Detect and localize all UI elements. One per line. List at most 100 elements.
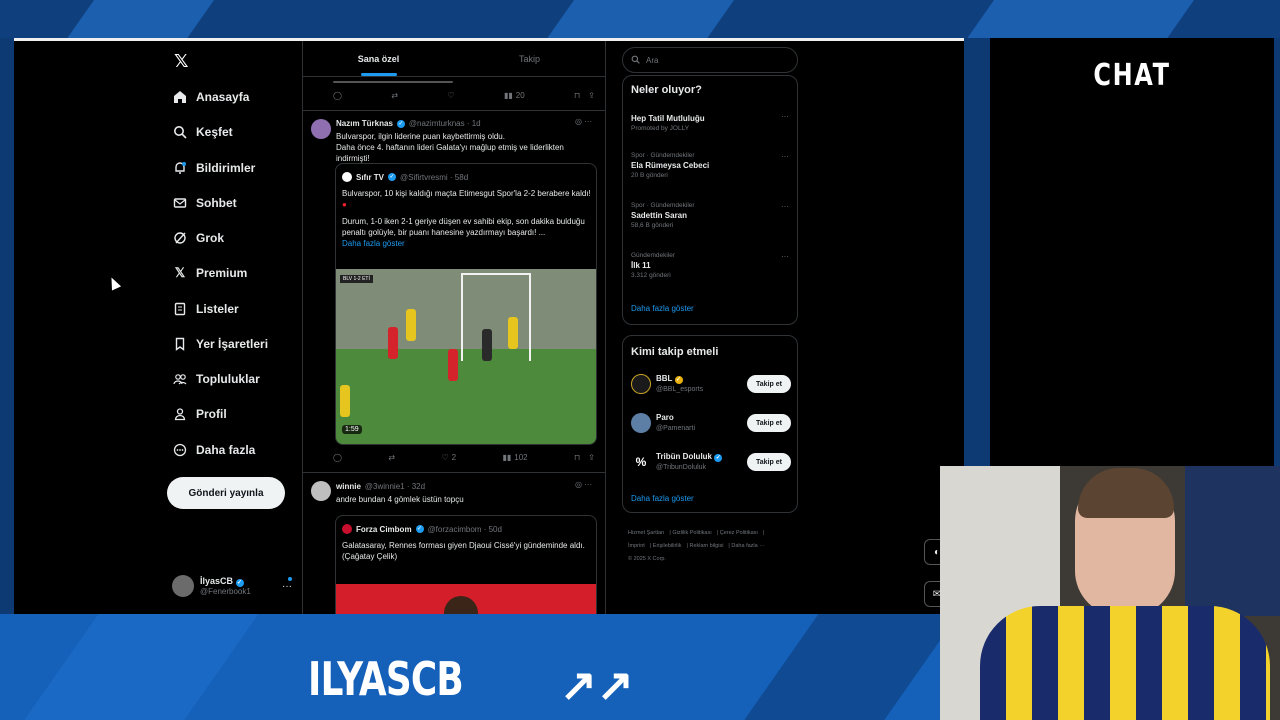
nav-label: Yer İşaretleri [196, 337, 269, 351]
trend-item[interactable]: Hep Tatil Mutluluğu Promoted by JOLLY ··… [631, 112, 791, 132]
quote-header: Sıfır TV ✓ @Sifirtvresmi · 58d [342, 172, 468, 182]
follow-button[interactable]: Takip et [747, 453, 791, 471]
sidebar-nav: 𝕏 Anasayfa Keşfet Bildirimler Sohbet Gro… [164, 41, 314, 614]
nav-label: Grok [196, 231, 225, 245]
footer-link[interactable]: İmprint [628, 543, 645, 549]
retweet-icon[interactable]: ⇄ [391, 91, 398, 100]
nav-profile[interactable]: Profil [172, 404, 227, 424]
more-circle-icon [172, 442, 188, 458]
trend-item[interactable]: Spor · Gündemdekiler Ela Rümeysa Cebeci … [631, 152, 791, 179]
people-icon [172, 371, 188, 387]
nav-label: Premium [196, 266, 248, 280]
reply-icon[interactable]: ◯ [333, 91, 342, 100]
views-count: 102 [514, 453, 528, 462]
show-more-link[interactable]: Daha fazla göster [631, 304, 694, 313]
retweet-icon[interactable]: ⇄ [388, 453, 395, 462]
show-more-link[interactable]: Daha fazla göster [631, 494, 694, 503]
nav-home[interactable]: Anasayfa [172, 87, 249, 107]
more-horizontal-icon[interactable]: ◎ ··· [575, 480, 592, 489]
nav-label: Daha fazla [196, 443, 256, 457]
streamer-jersey [980, 606, 1270, 720]
verified-badge-icon: ✓ [235, 579, 244, 587]
views-stat[interactable]: ▮▮ 102 [502, 453, 527, 462]
quoted-tweet[interactable]: Sıfır TV ✓ @Sifirtvresmi · 58d Bulvarspo… [335, 163, 597, 445]
avatar [631, 413, 651, 433]
reply-icon[interactable]: ◯ [333, 453, 342, 462]
trend-item[interactable]: Spor · Gündemdekiler Sadettin Saran 58,6… [631, 202, 791, 229]
verified-badge-icon: ✓ [388, 173, 397, 181]
score-overlay: BLV 1-2 ETİ [340, 275, 373, 283]
more-horizontal-icon[interactable]: ··· [781, 252, 789, 261]
quote-text: Bulvarspor, 10 kişi kaldığı maçta Etimes… [342, 189, 592, 249]
avatar[interactable] [311, 119, 331, 139]
avatar[interactable] [311, 481, 331, 501]
more-horizontal-icon[interactable]: ··· [781, 152, 789, 161]
player [482, 329, 492, 361]
follow-button[interactable]: Takip et [747, 414, 791, 432]
bookmark-icon[interactable]: ⊓ [574, 453, 580, 462]
nav-label: Profil [196, 407, 227, 421]
footer-link[interactable]: Gizlilik Politikası [672, 530, 711, 536]
trend-count: Promoted by JOLLY [631, 125, 690, 132]
post-button[interactable]: Gönderi yayınla [167, 477, 285, 509]
quoted-tweet[interactable]: Forza Cimbom ✓ @forzacimbom · 50d Galata… [335, 515, 597, 614]
quote-header: Forza Cimbom ✓ @forzacimbom · 50d [342, 524, 502, 534]
video-player[interactable]: BLV 1-2 ETİ 1:59 [336, 269, 596, 444]
trend-count: 3.312 gönderi [631, 272, 671, 279]
hanging-jersey [1185, 466, 1280, 616]
author-handle[interactable]: @3winnie1 · 32d [365, 482, 425, 491]
brand-logo-text: ILYASCB [308, 652, 464, 706]
views-stat[interactable]: ▮▮ 20 [504, 91, 525, 100]
quote-image[interactable] [336, 584, 596, 614]
show-more-link[interactable]: Daha fazla göster [342, 238, 592, 249]
search-input[interactable]: Ara [622, 47, 798, 73]
nav-chat[interactable]: Sohbet [172, 193, 237, 213]
x-logo-icon[interactable]: 𝕏 [174, 51, 189, 72]
suggestion-name: BBL [656, 374, 673, 383]
footer-link[interactable]: Daha fazla ··· [731, 543, 764, 549]
suggestion-name: Paro [656, 413, 674, 422]
nav-premium[interactable]: 𝕏 Premium [172, 263, 248, 283]
percent-logo-icon: % [631, 452, 651, 472]
follow-button[interactable]: Takip et [747, 375, 791, 393]
nav-lists[interactable]: Listeler [172, 299, 239, 319]
nav-more[interactable]: Daha fazla [172, 440, 255, 460]
more-horizontal-icon[interactable]: ··· [781, 112, 789, 121]
footer-links: Hizmet Şartları | Gizlilik Politikası | Çe… [628, 530, 765, 562]
nav-grok[interactable]: Grok [172, 228, 224, 248]
nav-communities[interactable]: Topluluklar [172, 369, 260, 389]
follow-suggestion[interactable]: % Tribün Doluluk ✓ @TribunDoluluk Takip … [631, 452, 791, 478]
author-name[interactable]: Nazım Türknas [336, 119, 393, 128]
account-switcher[interactable]: İlyasCB ✓ @Fenerbook1 [172, 575, 251, 597]
footer-link[interactable]: Çerez Politikası [720, 530, 758, 536]
tab-following[interactable]: Takip [454, 41, 605, 76]
previous-post-edge [333, 81, 453, 83]
divider [303, 110, 605, 111]
footer-link[interactable]: Reklam bilgisi [689, 543, 723, 549]
footer-link[interactable]: Hizmet Şartları [628, 530, 664, 536]
share-icon[interactable]: ⇪ [588, 91, 595, 100]
views-icon: ▮▮ [502, 453, 512, 462]
follow-suggestion[interactable]: Paro @Pamenarti Takip et [631, 413, 791, 439]
tab-for-you[interactable]: Sana özel [303, 41, 454, 76]
like-stat[interactable]: ♡ 2 [441, 453, 456, 462]
bookmark-icon[interactable]: ⊓ [574, 91, 580, 100]
author-handle[interactable]: @nazimturknas · 1d [409, 119, 481, 128]
share-icon[interactable]: ⇪ [588, 453, 595, 462]
trend-item[interactable]: Gündemdekiler İlk 11 3.312 gönderi ··· [631, 252, 791, 279]
more-horizontal-icon[interactable]: ··· [781, 202, 789, 211]
footer-link[interactable]: Erişilebilirlik [653, 543, 682, 549]
timeline: Sana özel Takip ◯ ⇄ ♡ ▮▮ 20 ⊓ ⇪ Nazım Türk… [302, 41, 606, 614]
divider [303, 472, 605, 473]
nav-notifications[interactable]: Bildirimler [172, 158, 255, 178]
more-horizontal-icon[interactable]: ◎ ··· [575, 117, 592, 126]
like-icon[interactable]: ♡ [447, 91, 454, 100]
avatar [631, 374, 651, 394]
nav-bookmarks[interactable]: Yer İşaretleri [172, 334, 268, 354]
quote-author: Forza Cimbom [356, 524, 412, 534]
nav-explore[interactable]: Keşfet [172, 122, 233, 142]
goal-post [461, 273, 531, 361]
more-horizontal-icon[interactable]: ··· [282, 581, 292, 592]
follow-suggestion[interactable]: BBL ✓ @BBL_esports Takip et [631, 374, 791, 400]
author-name[interactable]: winnie [336, 482, 361, 491]
